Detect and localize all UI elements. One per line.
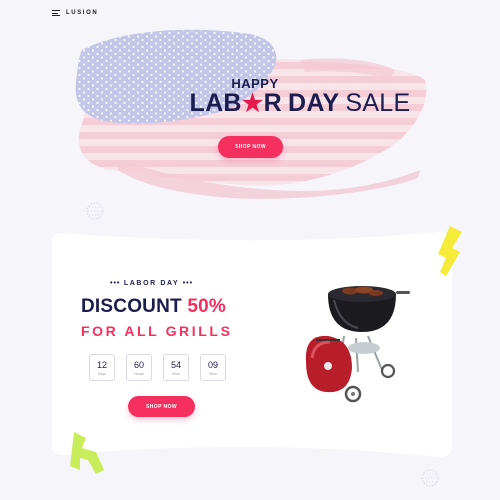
countdown-value: 12: [96, 359, 107, 370]
promo-subtitle: ••• LABOR DAY •••: [110, 280, 193, 287]
countdown-timer: 12 Days 60 Hours 54 Mins 09 Secs: [89, 354, 226, 381]
promo-subtitle-dots-right: •••: [182, 280, 194, 287]
countdown-label: Hours: [134, 371, 144, 376]
promo-subtitle-dots-left: •••: [110, 280, 121, 287]
countdown-value: 09: [207, 359, 218, 370]
promo-discount-percent: 50%: [187, 296, 226, 317]
promo-shop-now-button[interactable]: SHOP NOW: [128, 396, 195, 417]
countdown-mins: 54 Mins: [163, 354, 189, 381]
promo-discount-heading: DISCOUNT 50%: [81, 296, 226, 318]
countdown-secs: 09 Secs: [200, 354, 226, 381]
promo-discount-text: DISCOUNT: [81, 296, 182, 317]
countdown-days: 12 Days: [89, 354, 115, 381]
promo-subtitle-text: LABOR DAY: [123, 280, 180, 287]
promo-card: ••• LABOR DAY ••• DISCOUNT 50% FOR ALL G…: [0, 0, 500, 500]
promo-grills-text: FOR ALL GRILLS: [81, 323, 233, 339]
countdown-value: 60: [133, 359, 144, 370]
countdown-label: Days: [98, 371, 106, 376]
countdown-hours: 60 Hours: [126, 354, 152, 381]
countdown-value: 54: [170, 359, 181, 370]
countdown-label: Mins: [172, 371, 180, 376]
countdown-label: Secs: [209, 371, 217, 376]
bbq-grill-image: [305, 286, 410, 403]
